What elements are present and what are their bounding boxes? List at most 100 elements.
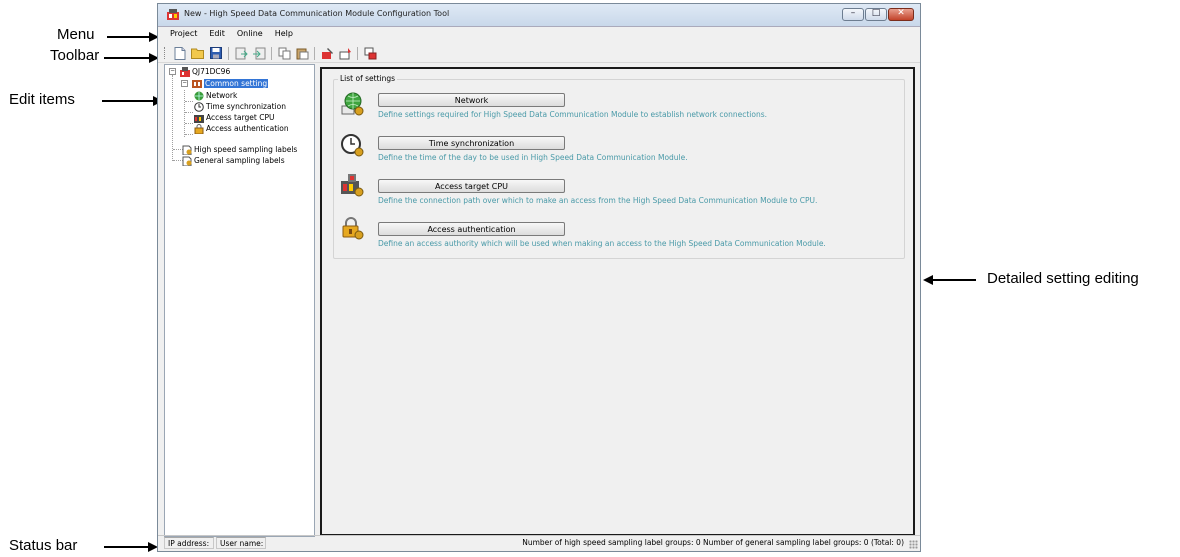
read-button[interactable] (338, 46, 352, 60)
label-group-icon (182, 156, 192, 166)
access-authentication-description: Define an access authority which will be… (378, 239, 826, 248)
tree-item-label: High speed sampling labels (194, 145, 298, 154)
network-globe-icon (194, 91, 204, 100)
close-button[interactable]: ✕ (888, 8, 914, 21)
new-button[interactable] (173, 46, 187, 60)
export-icon (235, 47, 248, 59)
edit-items-arrow (102, 100, 156, 102)
menu-online[interactable]: Online (231, 27, 269, 43)
app-icon (167, 9, 179, 20)
common-setting-icon (192, 79, 202, 88)
read-icon (339, 47, 351, 59)
import-button[interactable] (252, 46, 266, 60)
network-button[interactable]: Network (378, 93, 565, 107)
maximize-icon: □ (871, 8, 881, 18)
tree-line (185, 112, 193, 113)
cpu-icon (194, 114, 204, 123)
tree-item-label: Access authentication (206, 124, 289, 133)
menu-help[interactable]: Help (269, 27, 299, 43)
label-group-summary: Number of high speed sampling label grou… (522, 538, 904, 547)
tree-line (185, 123, 193, 124)
detailed-callout: Detailed setting editing (987, 270, 1139, 287)
lock-icon (342, 217, 364, 240)
tree-item-label: General sampling labels (194, 156, 285, 165)
tree-item-time-sync[interactable]: Time synchronization (194, 101, 286, 112)
menu-edit[interactable]: Edit (203, 27, 231, 43)
save-button[interactable] (209, 46, 223, 60)
tree-item-access-auth[interactable]: Access authentication (194, 123, 289, 134)
menu-bar: Project Edit Online Help (158, 27, 920, 43)
access-target-cpu-description: Define the connection path over which to… (378, 196, 818, 205)
write-icon (321, 47, 333, 59)
settings-group-legend: List of settings (338, 74, 398, 83)
tree-item-common-setting[interactable]: Common setting (192, 78, 269, 89)
copy-button[interactable] (277, 46, 291, 60)
clock-icon (194, 101, 204, 112)
detailed-setting-pane: List of settings Network Define settings… (320, 67, 915, 536)
app-window: New - High Speed Data Communication Modu… (157, 3, 921, 552)
user-name-field: User name: (216, 537, 266, 549)
network-description: Define settings required for High Speed … (378, 110, 768, 119)
copy-icon (278, 47, 290, 59)
close-icon: ✕ (897, 8, 905, 18)
title-bar[interactable]: New - High Speed Data Communication Modu… (158, 4, 920, 27)
status-bar: IP address: User name: Number of high sp… (158, 535, 920, 551)
write-button[interactable] (320, 46, 334, 60)
settings-group: List of settings Network Define settings… (333, 74, 905, 259)
detailed-arrow (930, 279, 976, 281)
menu-callout: Menu (57, 26, 95, 43)
ip-address-field: IP address: (164, 537, 214, 549)
time-synchronization-description: Define the time of the day to be used in… (378, 153, 688, 162)
resize-grip-icon[interactable] (909, 540, 918, 549)
tree-item-access-cpu[interactable]: Access target CPU (194, 112, 275, 123)
paste-button[interactable] (295, 46, 309, 60)
tree-item-general-labels[interactable]: General sampling labels (182, 155, 285, 166)
minimize-icon: – (850, 8, 856, 18)
clock-icon (341, 134, 364, 157)
status-bar-arrow (104, 546, 150, 548)
maximize-button[interactable]: □ (865, 8, 887, 21)
window-title: New - High Speed Data Communication Modu… (184, 9, 450, 18)
connect-icon (364, 47, 376, 59)
access-target-cpu-button[interactable]: Access target CPU (378, 179, 565, 193)
tree-item-label: Common setting (204, 79, 269, 88)
expand-root-toggle[interactable]: − (169, 68, 176, 75)
tree-item-label: Network (206, 91, 238, 100)
label-group-icon (182, 145, 192, 155)
edit-items-callout: Edit items (9, 91, 75, 108)
tree-item-high-speed-labels[interactable]: High speed sampling labels (182, 144, 297, 155)
tree-item-network[interactable]: Network (194, 90, 237, 101)
access-authentication-button[interactable]: Access authentication (378, 222, 565, 236)
toolbar-separator (271, 46, 272, 60)
open-folder-icon (191, 48, 204, 59)
connect-button[interactable] (363, 46, 377, 60)
tree-item-root[interactable]: QJ71DC96 (180, 66, 230, 77)
expand-common-toggle[interactable]: − (181, 80, 188, 87)
tree-line (184, 90, 185, 137)
edit-items-tree: − QJ71DC96 − Common setting Network Time… (164, 64, 315, 537)
minimize-button[interactable]: – (842, 8, 864, 21)
module-icon (180, 66, 190, 77)
network-globe-icon (341, 92, 364, 116)
menu-project[interactable]: Project (164, 27, 203, 43)
tree-item-label: Access target CPU (206, 113, 275, 122)
lock-icon (194, 123, 204, 134)
open-button[interactable] (191, 46, 205, 60)
toolbar-separator (357, 46, 358, 60)
tree-item-label: QJ71DC96 (192, 67, 231, 76)
export-button[interactable] (234, 46, 248, 60)
window-controls: – □ ✕ (842, 8, 914, 21)
toolbar-separator (314, 46, 315, 60)
new-icon (174, 46, 186, 60)
paste-icon (296, 48, 308, 59)
toolbar-separator (228, 46, 229, 60)
toolbar-callout: Toolbar (50, 47, 100, 64)
tree-line (185, 101, 193, 102)
status-bar-callout: Status bar (9, 537, 78, 554)
time-synchronization-button[interactable]: Time synchronization (378, 136, 565, 150)
tree-line (185, 134, 193, 135)
toolbar-grip[interactable] (164, 47, 167, 59)
menu-arrow (107, 36, 152, 38)
tree-item-label: Time synchronization (206, 102, 286, 111)
cpu-icon (341, 174, 364, 197)
